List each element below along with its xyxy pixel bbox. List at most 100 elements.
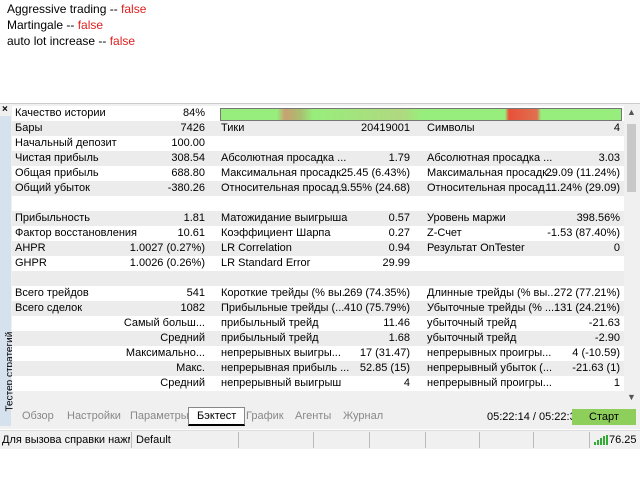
status-memory: 76.25 mb: [609, 434, 640, 446]
label-l3: убыточный трейд: [427, 317, 517, 329]
results-table: Качество истории 84% Бары 7426 Тики 20419001 С…: [12, 106, 624, 391]
tab-parameters[interactable]: Параметры: [130, 410, 189, 422]
value-v2: 20419001: [361, 122, 410, 134]
value-v3: 4: [613, 122, 620, 134]
scroll-down-icon[interactable]: ▼: [627, 392, 636, 402]
label-r1: Самый больш...: [123, 317, 205, 329]
label-l1: Бары: [15, 122, 43, 134]
value-v1: 7426: [180, 122, 205, 134]
setting-value: false: [109, 34, 136, 48]
scroll-up-icon[interactable]: ▲: [627, 107, 636, 117]
table-row: [12, 271, 624, 286]
status-bar: Для вызова справки нажмите F1 Default 76…: [0, 430, 640, 449]
label-r1: Макс.: [176, 362, 205, 374]
value-v3: -21.63 (1): [572, 362, 620, 374]
label-r1: Максимально...: [125, 347, 205, 359]
value-v3: -2.90: [594, 332, 620, 344]
setting-value: false: [121, 2, 147, 16]
value-v2: 11.46: [383, 317, 410, 329]
table-row: [12, 196, 624, 211]
label-r1: Средний: [160, 332, 205, 344]
settings-text: Aggressive trading -- false Martingale -…: [7, 1, 146, 49]
start-button[interactable]: Старт: [572, 409, 636, 425]
label-l1: Всего сделок: [15, 302, 83, 314]
label-l3: Уровень маржи: [427, 212, 506, 224]
setting-label: Aggressive trading --: [7, 2, 122, 16]
label-l3: непрерывный проигры...: [427, 377, 552, 389]
label-l2: LR Standard Error: [221, 257, 311, 269]
label-l2: непрерывная прибыль ...: [221, 362, 350, 374]
value-v1: 1.0026 (0.26%): [129, 257, 205, 269]
table-row: Максимально... непрерывных выигры... 17 (3…: [12, 346, 624, 361]
value-v3: 272 (77.21%): [553, 287, 620, 299]
label-l1: Начальный депозит: [15, 137, 117, 149]
table-row: Средний прибыльный трейд 1.68 убыточный тре…: [12, 331, 624, 346]
setting-label: auto lot increase --: [7, 34, 110, 48]
table-row: Самый больш... прибыльный трейд 11.46 убыто…: [12, 316, 624, 331]
tab-overview[interactable]: Обзор: [22, 410, 54, 422]
elapsed-time: 05:22:14 / 05:22:33: [487, 411, 582, 423]
label-l3: непрерывный убыток (...: [427, 362, 552, 374]
value-v2: 0.94: [388, 242, 410, 254]
value-v1: 541: [186, 287, 205, 299]
value-v3: 3.03: [598, 152, 620, 164]
label-l2: непрерывный выигрыш: [221, 377, 342, 389]
table-row: Общая прибыль 688.80 Максимальная просадк.…: [12, 166, 624, 181]
tab-agents[interactable]: Агенты: [295, 410, 331, 422]
setting-value: false: [77, 18, 104, 32]
value-v3: 0: [613, 242, 620, 254]
table-row: Чистая прибыль 308.54 Абсолютная просадка …: [12, 151, 624, 166]
value-v2: 1.79: [388, 152, 410, 164]
value-v3: -1.53 (87.40%): [547, 227, 620, 239]
scroll-thumb[interactable]: [627, 124, 636, 192]
scrollbar[interactable]: ▲ ▼: [625, 106, 638, 406]
label-l1: Общий убыток: [15, 182, 90, 194]
label-l1: Фактор восстановления: [15, 227, 137, 239]
value-v3: 1: [613, 377, 620, 389]
setting-autolot: auto lot increase -- false: [7, 33, 146, 49]
value-v2: 269 (74.35%): [343, 287, 410, 299]
table-row: Макс. непрерывная прибыль ... 52.85 (15) не…: [12, 361, 624, 376]
tab-backtest[interactable]: Бэктест: [188, 407, 246, 426]
value-v2: 4: [403, 377, 410, 389]
side-tab-strategy-tester[interactable]: Тестер стратегий: [0, 116, 16, 426]
label-l2: Абсолютная просадка ...: [221, 152, 347, 164]
label-l3: Максимальная просадк...: [427, 167, 557, 179]
label-l2: Тики: [221, 122, 245, 134]
table-row: GHPR 1.0026 (0.26%) LR Standard Error 29.99: [12, 256, 624, 271]
table-row: Качество истории 84%: [12, 106, 624, 121]
label-l1: Качество истории: [15, 107, 106, 119]
value-v2: 410 (75.79%): [343, 302, 410, 314]
label-l3: Абсолютная просадка ...: [427, 152, 553, 164]
value-v1: -380.26: [167, 182, 205, 194]
value-v1: 10.61: [177, 227, 205, 239]
label-l3: Длинные трейды (% вы...: [427, 287, 557, 299]
table-row: Всего трейдов 541 Короткие трейды (% вы...…: [12, 286, 624, 301]
label-l2: Матожидание выигрыша: [221, 212, 348, 224]
signal-icon: [594, 435, 608, 445]
tab-graph[interactable]: График: [246, 410, 284, 422]
value-v3: 29.09 (11.24%): [545, 167, 620, 179]
label-l3: Символы: [427, 122, 475, 134]
tab-settings[interactable]: Настройки: [67, 410, 121, 422]
label-l2: Короткие трейды (% вы...: [221, 287, 351, 299]
table-row: Общий убыток -380.26 Относительная просад.…: [12, 181, 624, 196]
value-v1: 100.00: [171, 137, 205, 149]
label-l1: Чистая прибыль: [15, 152, 99, 164]
label-l3: непрерывных проигры...: [427, 347, 552, 359]
label-l3: Относительная просад...: [427, 182, 554, 194]
value-v2: 25.45 (6.43%): [340, 167, 410, 179]
tab-journal[interactable]: Журнал: [343, 410, 383, 422]
setting-aggressive: Aggressive trading -- false: [7, 1, 146, 17]
value-v3: -21.63: [588, 317, 620, 329]
label-l3: Результат OnTester: [427, 242, 525, 254]
history-quality-bar: [220, 108, 622, 121]
value-v3: 398.56%: [576, 212, 620, 224]
label-l2: прибыльный трейд: [221, 317, 319, 329]
label-l2: LR Correlation: [221, 242, 292, 254]
close-icon[interactable]: ×: [2, 104, 8, 115]
value-v1: 84%: [182, 107, 205, 119]
value-v2: 1.68: [388, 332, 410, 344]
value-v1: 308.54: [171, 152, 205, 164]
label-l3: Убыточные трейды (% ...: [427, 302, 555, 314]
